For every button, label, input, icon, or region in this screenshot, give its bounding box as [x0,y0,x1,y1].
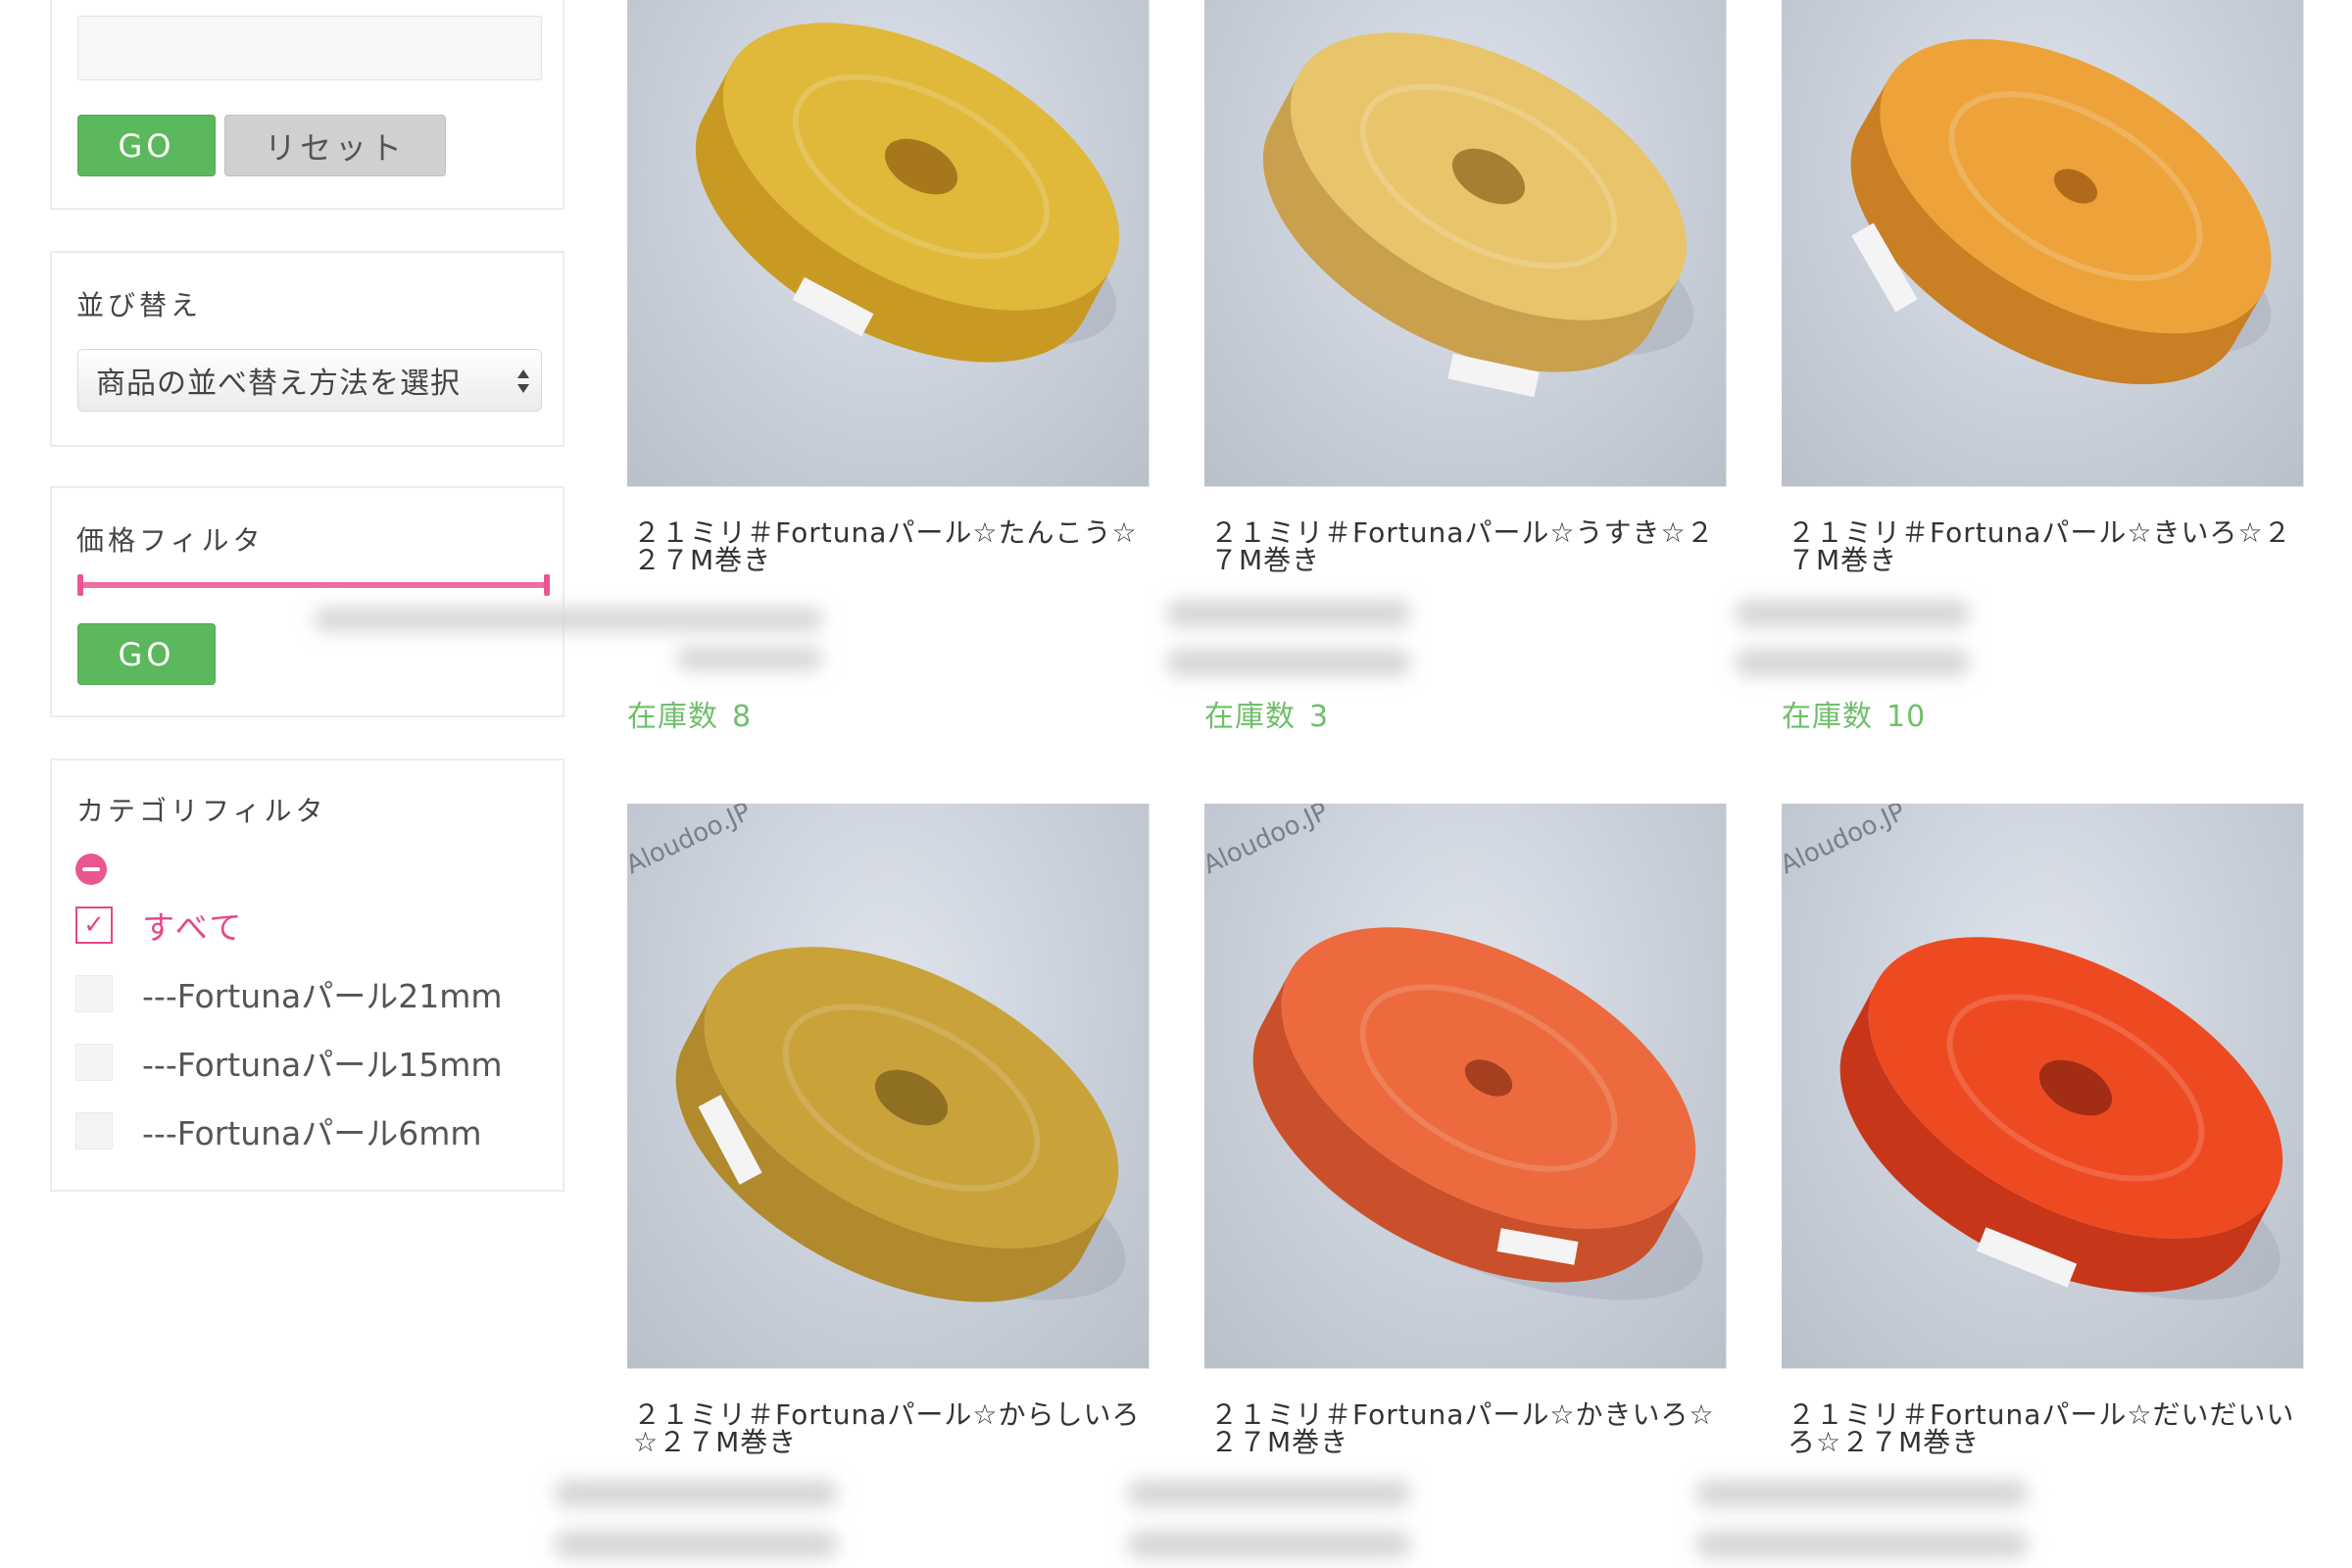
price-slider-min-handle[interactable] [77,574,83,596]
category-filter-widget: カテゴリフィルタ ✓ すべて ---Fortunaパール21mm ---Fort… [50,759,564,1192]
product-image[interactable]: Aloudoo.JP [1782,804,2304,1369]
ribbon-spool-image [1850,38,2272,385]
stock-label: 在庫数 [627,700,718,734]
product-image[interactable] [1782,0,2304,487]
price-go-button[interactable]: GO [77,623,216,685]
redacted-price [1127,1531,1411,1558]
search-widget: GO リセット [50,0,564,210]
ribbon-spool-image: Aloudoo.JP [627,804,1126,1302]
redacted-price [1735,600,1970,627]
redacted-price [1127,1480,1411,1507]
ribbon-spool-image: Aloudoo.JP [1204,804,1703,1300]
checkbox[interactable] [75,1112,113,1150]
redacted-price [314,608,823,631]
price-filter-title: 価格フィルタ [76,524,265,557]
price-slider-max-handle[interactable] [544,574,550,596]
redacted-price [676,647,823,670]
product-title[interactable]: ２１ミリ＃Fortunaパール☆だいだいいろ☆２７M巻き [1788,1401,2297,1456]
collapse-minus-icon[interactable] [75,854,107,885]
price-filter-widget: 価格フィルタ GO [50,486,564,717]
search-input[interactable] [77,16,542,80]
product-title[interactable]: ２１ミリ＃Fortunaパール☆かきいろ☆２７M巻き [1210,1401,1720,1456]
sort-title: 並び替え [76,289,203,321]
checkbox[interactable] [75,975,113,1012]
watermark-logo: Aloudoo.JP [1782,804,1910,880]
checkbox[interactable] [75,1044,113,1081]
ribbon-spool-image [695,23,1119,363]
stock-info: 在庫数 10 [1782,692,1926,735]
redacted-price [1166,649,1411,676]
sort-select[interactable]: 商品の並べ替え方法を選択 [77,349,542,412]
stock-count: 10 [1886,700,1927,734]
watermark-logo: Aloudoo.JP [627,804,756,880]
price-slider[interactable] [77,574,550,596]
category-label: ---Fortunaパール6mm [142,1114,482,1152]
product-title[interactable]: ２１ミリ＃Fortunaパール☆からしいろ☆２７M巻き [633,1401,1143,1456]
reset-button[interactable]: リセット [224,115,446,176]
category-item-all[interactable]: ✓ すべて [75,906,244,947]
sort-select-value: 商品の並べ替え方法を選択 [96,367,461,401]
stock-info: 在庫数 8 [627,692,752,735]
stock-count: 3 [1309,700,1330,734]
redacted-price [554,1480,838,1507]
category-label: ---Fortunaパール21mm [142,977,503,1015]
watermark-logo: Aloudoo.JP [1204,804,1333,880]
category-label: すべて [142,908,245,947]
redacted-price [1695,1480,2029,1507]
product-image[interactable] [627,0,1150,487]
redacted-price [1735,649,1970,676]
stock-label: 在庫数 [1204,700,1296,734]
checkbox-checked[interactable]: ✓ [75,906,113,944]
product-title[interactable]: ２１ミリ＃Fortunaパール☆きいろ☆２７M巻き [1788,519,2297,574]
ribbon-spool-image: Aloudoo.JP [1782,804,2283,1300]
product-image[interactable]: Aloudoo.JP [627,804,1150,1369]
redacted-price [554,1531,838,1558]
product-image[interactable] [1204,0,1727,487]
category-filter-title: カテゴリフィルタ [76,795,327,827]
product-image[interactable]: Aloudoo.JP [1204,804,1727,1369]
ribbon-spool-image [1262,32,1694,398]
stock-label: 在庫数 [1782,700,1873,734]
search-go-button[interactable]: GO [77,115,216,176]
stock-info: 在庫数 3 [1204,692,1329,735]
category-item-6mm[interactable]: ---Fortunaパール6mm [75,1111,482,1152]
product-title[interactable]: ２１ミリ＃Fortunaパール☆たんこう☆２７M巻き [633,519,1143,574]
redacted-price [1166,600,1411,627]
sort-widget: 並び替え 商品の並べ替え方法を選択 [50,251,564,447]
category-item-21mm[interactable]: ---Fortunaパール21mm [75,974,503,1015]
product-title[interactable]: ２１ミリ＃Fortunaパール☆うすき☆２７M巻き [1210,519,1720,574]
category-item-15mm[interactable]: ---Fortunaパール15mm [75,1043,503,1084]
redacted-price [1695,1531,2029,1558]
category-label: ---Fortunaパール15mm [142,1046,503,1084]
select-arrows-icon [517,369,529,393]
stock-count: 8 [732,700,753,734]
